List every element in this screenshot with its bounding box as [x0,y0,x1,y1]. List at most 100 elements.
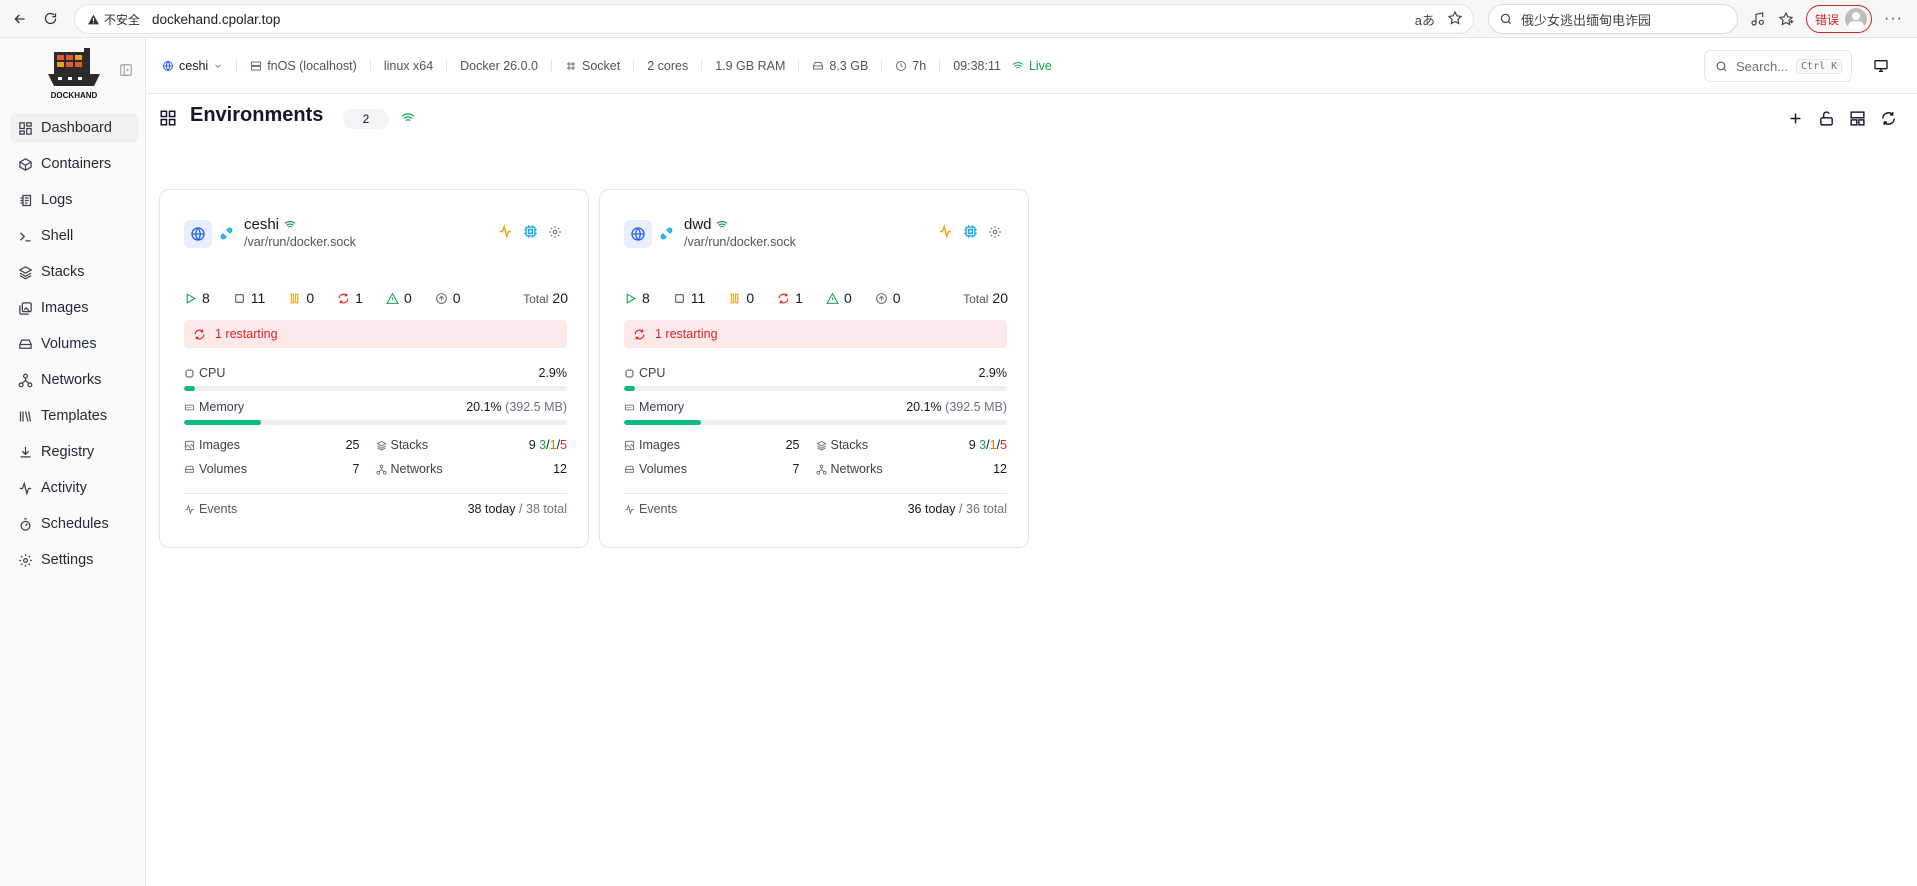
warning-icon [88,14,99,24]
sidebar-item-activity[interactable]: Activity [10,473,138,503]
stacks-label: Stacks [390,438,429,452]
sidebar-item-networks[interactable]: Networks [10,365,138,395]
unhealthy-value: 0 [403,290,412,306]
cpu-icon[interactable] [523,224,538,239]
cpu-label: CPU [639,366,666,380]
stacks-summary[interactable]: Stacks 9 3/1/5 [375,438,567,452]
paused-value: 0 [306,290,315,306]
stacks-label: Stacks [830,438,869,452]
restarting-count: 1 [777,290,803,306]
network-icon [815,463,827,475]
volumes-label: Volumes [199,462,247,476]
networks-summary[interactable]: Networks 12 [375,462,567,476]
gear-icon[interactable] [988,225,1002,239]
favorites-icon[interactable] [1778,11,1794,27]
environment-card[interactable]: ceshi /var/run/docker.sock 8 11 0 1 0 0 … [159,189,589,548]
images-label: Images [639,438,680,452]
wifi-icon [1012,61,1024,70]
restarting-value: 1 [355,290,363,306]
cpu-value: 2.9% [978,366,1008,380]
plus-icon[interactable] [1787,110,1804,127]
unhealthy-value: 0 [843,290,852,306]
activity-icon[interactable] [498,224,513,239]
web-search-box[interactable]: 俄少女逃出缅甸电诈园 [1488,4,1738,34]
volumes-summary[interactable]: Volumes 7 [184,462,376,476]
reload-button[interactable] [36,5,64,33]
restarting-banner-text: 1 restarting [215,327,278,341]
more-icon[interactable]: ··· [1884,10,1903,28]
clock-icon [896,60,907,71]
networks-summary[interactable]: Networks 12 [815,462,1007,476]
sidebar-item-schedules[interactable]: Schedules [10,509,138,539]
sidebar-item-images[interactable]: Images [10,293,138,323]
restarting-banner[interactable]: 1 restarting [624,320,1007,348]
app-root: DOCKHAND Dashboard Containers Logs Shell [0,38,1917,886]
sidebar-item-settings[interactable]: Settings [10,545,138,575]
sidebar-item-label: Activity [41,480,87,496]
disk-label: 8.3 GB [829,58,869,73]
dashboard-icon [19,121,32,135]
cpu-usage-bar [184,386,567,391]
plug-icon [218,225,235,245]
stopped-value: 11 [250,290,266,306]
socket-icon [566,61,575,70]
images-summary[interactable]: Images 25 [184,438,376,452]
layout-icon[interactable] [1849,110,1866,127]
sidebar-item-shell[interactable]: Shell [10,221,138,251]
running-value: 8 [642,290,650,306]
environment-selector[interactable]: ceshi [162,58,238,73]
sidebar-collapse-icon[interactable] [119,63,133,80]
stacks-stopped: 5 [1000,438,1007,452]
memory-label: Memory [639,400,685,414]
refresh-icon[interactable] [1880,110,1897,127]
platform-label: linux x64 [383,58,434,73]
cpu-cores: 2 cores [634,58,703,73]
stacks-summary[interactable]: Stacks 9 3/1/5 [815,438,1007,452]
volumes-summary[interactable]: Volumes 7 [624,462,816,476]
globe-icon [184,220,212,248]
star-icon[interactable] [1447,10,1463,26]
docker-version: Docker 26.0.0 [447,58,552,73]
cpu-icon[interactable] [963,224,978,239]
url-text[interactable]: dockehand.cpolar.top [152,12,280,27]
restarting-banner-text: 1 restarting [655,327,718,341]
download-icon [20,446,31,457]
dockhand-logo[interactable]: DOCKHAND [44,46,104,102]
total-count: Total 20 [963,290,1008,306]
gear-icon[interactable] [548,225,562,239]
sidebar-item-containers[interactable]: Containers [10,149,138,179]
media-icon[interactable] [1750,11,1766,27]
stacks-stopped: 5 [560,438,567,452]
security-label: 不安全 [104,12,141,27]
sidebar-item-templates[interactable]: Templates [10,401,138,431]
back-button[interactable] [6,5,34,33]
networks-value: 12 [553,462,567,476]
sidebar-item-volumes[interactable]: Volumes [10,329,138,359]
host-info: fnOS (localhost) [237,58,371,73]
restarting-banner[interactable]: 1 restarting [184,320,567,348]
environment-count-badge: 2 [343,109,389,129]
translate-icon[interactable]: aあ [1415,10,1435,29]
sidebar-item-stacks[interactable]: Stacks [10,257,138,287]
cpu-usage-fill [624,386,636,391]
monitor-icon[interactable] [1873,58,1889,77]
docker-version-label: Docker 26.0.0 [460,58,538,73]
socket-path: /var/run/docker.sock [684,235,796,249]
sidebar-item-dashboard[interactable]: Dashboard [10,113,138,143]
unlock-icon[interactable] [1818,110,1835,127]
sidebar-item-logs[interactable]: Logs [10,185,138,215]
live-status: 09:38:11 Live [940,59,1065,73]
sidebar-item-registry[interactable]: Registry [10,437,138,467]
events-summary[interactable]: Events 36 today / 36 total [624,502,1007,516]
network-icon [18,373,33,387]
sidebar-nav: Dashboard Containers Logs Shell Stacks I… [10,113,138,581]
error-profile-button[interactable]: 错误 [1806,5,1873,33]
images-summary[interactable]: Images 25 [624,438,816,452]
running-count: 8 [184,290,210,306]
events-summary[interactable]: Events 38 today / 38 total [184,502,567,516]
activity-icon[interactable] [938,224,953,239]
search-input[interactable]: Search... Ctrl K [1704,50,1852,82]
address-bar[interactable]: 不安全 dockehand.cpolar.top aあ [74,4,1474,34]
search-icon [1716,61,1727,71]
environment-card[interactable]: dwd /var/run/docker.sock 8 11 0 1 0 0 To… [599,189,1029,548]
